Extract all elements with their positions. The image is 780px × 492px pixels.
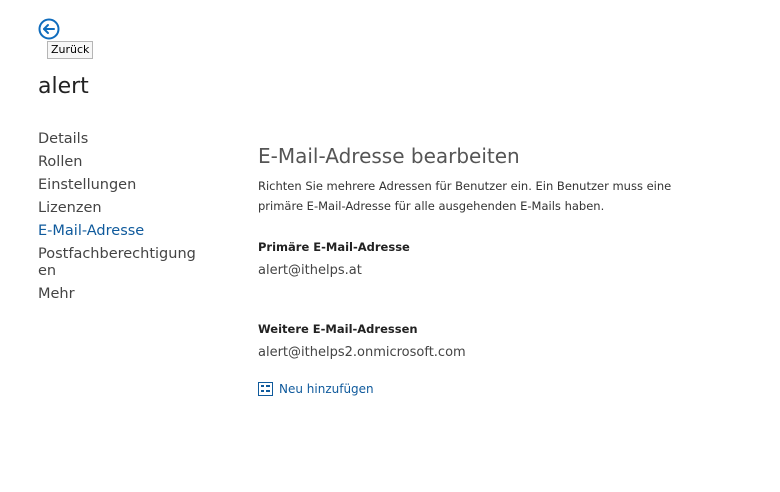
other-email-value: alert@ithelps2.onmicrosoft.com	[258, 345, 466, 360]
sidebar-item-email-adresse[interactable]: E-Mail-Adresse	[38, 220, 198, 243]
add-item-icon	[258, 382, 273, 396]
sidebar-item-rollen[interactable]: Rollen	[38, 151, 198, 174]
sidebar-item-lizenzen[interactable]: Lizenzen	[38, 197, 198, 220]
section-description: Richten Sie mehrere Adressen für Benutze…	[258, 179, 672, 213]
add-new-link[interactable]: Neu hinzufügen	[258, 382, 374, 396]
other-emails-label: Weitere E-Mail-Adressen	[258, 322, 418, 336]
sidebar: Details Rollen Einstellungen Lizenzen E-…	[38, 128, 198, 306]
sidebar-item-details[interactable]: Details	[38, 128, 198, 151]
page-title: alert	[38, 74, 89, 99]
primary-email-label: Primäre E-Mail-Adresse	[258, 240, 410, 254]
add-new-label: Neu hinzufügen	[279, 382, 374, 396]
page: Zurück alert Details Rollen Einstellunge…	[0, 0, 780, 492]
back-tooltip: Zurück	[47, 41, 94, 59]
arrow-left-circle-icon	[38, 18, 60, 40]
section-title: E-Mail-Adresse bearbeiten	[258, 144, 520, 168]
main-panel: E-Mail-Adresse bearbeiten Richten Sie me…	[258, 142, 698, 396]
sidebar-item-mehr[interactable]: Mehr	[38, 283, 198, 306]
sidebar-item-postfachberechtigungen[interactable]: Postfachberechtigungen	[38, 243, 198, 283]
primary-email-value: alert@ithelps.at	[258, 263, 362, 278]
sidebar-item-einstellungen[interactable]: Einstellungen	[38, 174, 198, 197]
back-button[interactable]	[38, 18, 60, 40]
